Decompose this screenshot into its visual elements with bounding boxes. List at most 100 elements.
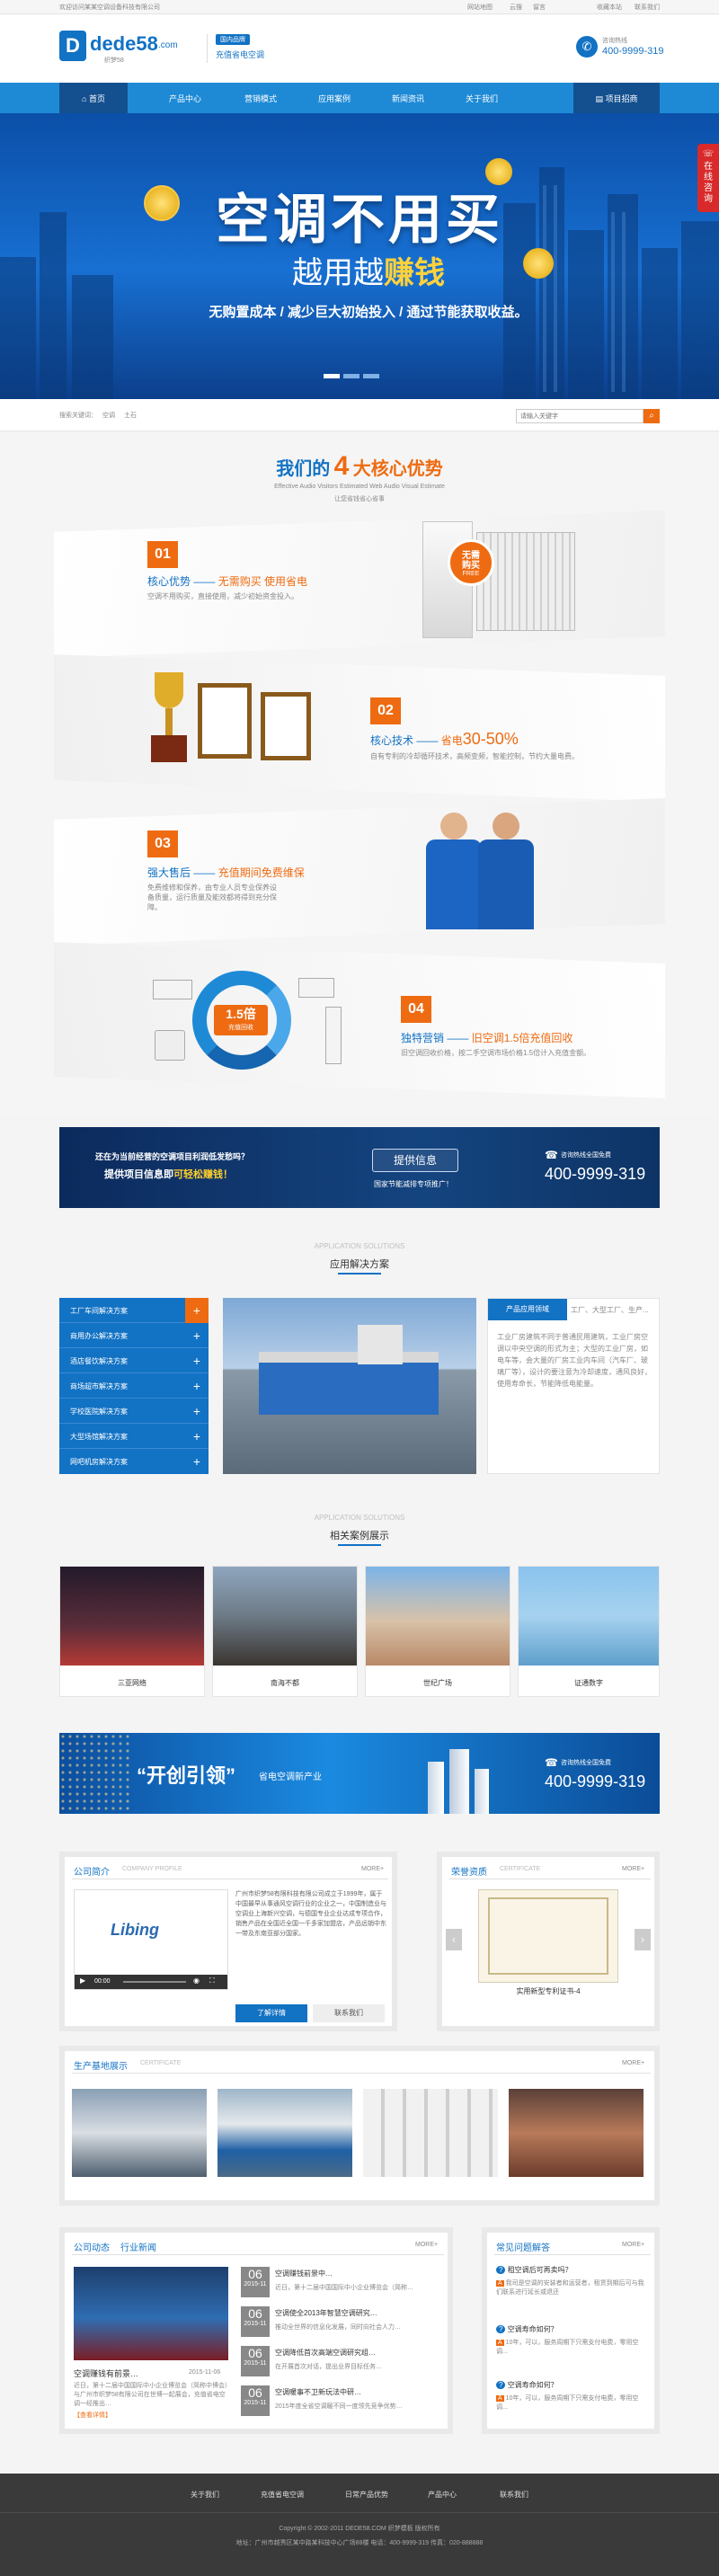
footer-link-advantage[interactable]: 日常产品优势 — [345, 2490, 388, 2500]
case-caption: 世纪广场 — [423, 1679, 452, 1687]
honor-more-link[interactable]: MORE+ — [622, 1866, 644, 1872]
hot-keyword[interactable]: 土石 — [124, 411, 137, 420]
news-feature-desc: 近日，第十二届中国国际中小企业博览会（简称中博会）与广州市织梦58有限公司在世博… — [74, 2383, 228, 2407]
nav-about[interactable]: 关于我们 — [466, 93, 498, 104]
solution-item[interactable]: 酒店餐饮解决方案 + — [59, 1348, 209, 1373]
cta1-provide-button[interactable]: 提供信息 — [372, 1149, 458, 1172]
solution-item[interactable]: 商场超市解决方案 + — [59, 1373, 209, 1399]
certificate-image — [198, 683, 252, 759]
faq-answer-text: 10年，可以，服务周期下只需支付电费，零用空调... — [496, 2395, 639, 2411]
news-item[interactable]: 06 2015-11 空调赚钱前景中… 近日，第十二届中国国际中小企业博览会（简称… — [241, 2267, 442, 2303]
footer-link-products[interactable]: 产品中心 — [428, 2490, 457, 2500]
production-more-link[interactable]: MORE+ — [622, 2060, 644, 2066]
hot-keyword[interactable]: 空调 — [102, 411, 115, 420]
footer-link-product[interactable]: 充值省电空调 — [261, 2490, 304, 2500]
slide-dot[interactable] — [324, 374, 340, 378]
news-tab-industry[interactable]: 行业新闻 — [120, 2240, 156, 2253]
company-contact-button[interactable]: 联系我们 — [313, 2004, 385, 2022]
question-icon: ? — [496, 2325, 506, 2333]
faq-item[interactable]: ? 空调寿命如何？ A 10年，可以，服务周期下只需支付电费，零用空调... — [496, 2324, 649, 2378]
honor-caption: 实用新型专利证书-4 — [516, 1987, 581, 1995]
video-progress[interactable] — [123, 1981, 186, 1983]
banner-title: 空调不用买 — [216, 190, 503, 250]
top-link-contact[interactable]: 联系我们 — [635, 3, 660, 12]
solution-item[interactable]: 网吧机房解决方案 + — [59, 1449, 209, 1474]
case-card[interactable]: 证通数字 — [518, 1566, 660, 1697]
news-feature-title[interactable]: 空调赚钱有前景… — [74, 2367, 138, 2379]
faq-more-link[interactable]: MORE+ — [622, 2242, 644, 2248]
solution-tab[interactable]: 工厂、大型工厂、生产... — [571, 1305, 649, 1315]
solution-item[interactable]: 商用办公解决方案 + — [59, 1323, 209, 1348]
hero-banner[interactable]: 空调不用买 越用越赚钱 无购置成本 / 减少巨大初始投入 / 通过节能获取收益。 — [0, 113, 719, 399]
search-input[interactable] — [516, 409, 644, 423]
footer: 关于我们 充值省电空调 日常产品优势 产品中心 联系我们 Copyright ©… — [0, 2474, 719, 2576]
news-item[interactable]: 06 2015-11 空调降低首次高端空调研究组… 在开展首次对话，提出业界目标任… — [241, 2346, 442, 2382]
slide-dot[interactable] — [343, 374, 360, 378]
cta1-line1: 还在为当前经营的空调项目利润低发愁吗？ — [95, 1152, 250, 1161]
case-card[interactable]: 三亚网络 — [59, 1566, 205, 1697]
company-more-link[interactable]: MORE+ — [361, 1866, 384, 1872]
trophy-image — [142, 672, 196, 771]
news-ym: 2015-11 — [244, 2321, 267, 2327]
recycle-badge: 1.5倍 充值回收 — [214, 1005, 268, 1035]
faq-item[interactable]: ? 空调寿命如何？ A 10年，可以，服务周期下只需支付电费，零用空调... — [496, 2380, 649, 2425]
volume-icon[interactable]: ◉ — [193, 1976, 200, 1985]
news-feature-more[interactable]: 【查看详情】 — [74, 2411, 111, 2420]
news-more-link[interactable]: MORE+ — [415, 2242, 438, 2248]
solution-item[interactable]: 工厂车间解决方案 + — [59, 1298, 209, 1323]
faq-item[interactable]: ? 租空调后可再卖吗？ A 我司是空调的安装者和运营者，租赁到期后可与我们联系进… — [496, 2265, 649, 2319]
nav-home[interactable]: ⌂ 首页 — [59, 83, 128, 113]
logo-tld: .com — [158, 40, 178, 50]
air-conditioner-image — [155, 1030, 185, 1061]
footer-link-about[interactable]: 关于我们 — [191, 2490, 219, 2500]
production-photo[interactable] — [217, 2089, 352, 2177]
float-consult-label: 在线咨询 — [704, 162, 713, 204]
case-image — [213, 1567, 357, 1666]
top-link-sitemap[interactable]: 网站地图 — [467, 3, 493, 12]
solution-tab-active[interactable]: 产品应用领域 — [488, 1299, 567, 1320]
logo[interactable]: D dede58 .com 织梦58 — [59, 29, 203, 68]
adv-subtitle-en: Effective Audio Visitors Estimated Web A… — [274, 484, 445, 490]
fullscreen-icon[interactable]: ⛶ — [209, 1976, 215, 1985]
case-caption: 南海不都 — [271, 1679, 299, 1687]
footer-link-contact[interactable]: 联系我们 — [500, 2490, 528, 2500]
company-video[interactable]: Libing ▶ 00:00 ◉ ⛶ — [74, 1889, 228, 1990]
solution-item[interactable]: 大型场馆解决方案 + — [59, 1424, 209, 1449]
news-tab-company[interactable]: 公司动态 — [74, 2240, 110, 2253]
slide-dot[interactable] — [363, 374, 379, 378]
solutions-title-underline — [338, 1273, 381, 1275]
top-link-message[interactable]: 留言 — [533, 3, 546, 12]
search-button[interactable]: ⌕ — [644, 409, 660, 423]
production-photo[interactable] — [363, 2089, 498, 2177]
float-consult-button[interactable]: ☏ 在线咨询 — [697, 144, 719, 212]
nav-products[interactable]: 产品中心 — [169, 93, 201, 104]
banner-subtitle: 越用越赚钱 — [252, 248, 485, 292]
top-link-search[interactable]: 云搜 — [510, 3, 522, 12]
next-arrow-icon[interactable]: › — [635, 1929, 651, 1950]
faq-answer: A 10年，可以，服务周期下只需支付电费，零用空调... — [496, 2339, 649, 2357]
cta-banner-2[interactable]: “开创引领” 省电空调新产业 ☎ 咨询热线全国免费 400-9999-319 — [59, 1733, 660, 1814]
nav-cases[interactable]: 应用案例 — [318, 93, 351, 104]
cta-banner-1[interactable]: 还在为当前经营的空调项目利润低发愁吗？ 提供项目信息即可轻松赚钱！ 提供信息 国… — [59, 1127, 660, 1208]
case-card[interactable]: 世纪广场 — [365, 1566, 510, 1697]
production-photo[interactable] — [509, 2089, 644, 2177]
production-photo[interactable] — [72, 2089, 207, 2177]
cta2-phone-icon: ☎ — [545, 1756, 558, 1769]
news-item[interactable]: 06 2015-11 空调使全2013年智慧空调研究… 推动全世界的信息化发展，同… — [241, 2306, 442, 2342]
play-icon[interactable]: ▶ — [80, 1976, 85, 1985]
nav-investment[interactable]: ▤ 项目招商 — [573, 83, 660, 113]
plus-icon: + — [185, 1298, 209, 1323]
news-item[interactable]: 06 2015-11 空调暖事不卫新玩法中研… 2015年度全省空调暖不同一度领先… — [241, 2385, 442, 2421]
case-card[interactable]: 南海不都 — [212, 1566, 358, 1697]
solution-item[interactable]: 学校医院解决方案 + — [59, 1399, 209, 1424]
news-ym: 2015-11 — [244, 2281, 267, 2287]
certificate-image[interactable] — [478, 1889, 618, 1983]
plus-icon: + — [192, 1328, 201, 1343]
prev-arrow-icon[interactable]: ‹ — [446, 1929, 462, 1950]
solution-photo — [223, 1298, 476, 1474]
news-feature-image[interactable] — [74, 2267, 228, 2360]
company-detail-button[interactable]: 了解详情 — [235, 2004, 307, 2022]
nav-marketing[interactable]: 营销模式 — [244, 93, 277, 104]
nav-news[interactable]: 新闻资讯 — [392, 93, 424, 104]
top-link-favorite[interactable]: 收藏本站 — [597, 3, 622, 12]
